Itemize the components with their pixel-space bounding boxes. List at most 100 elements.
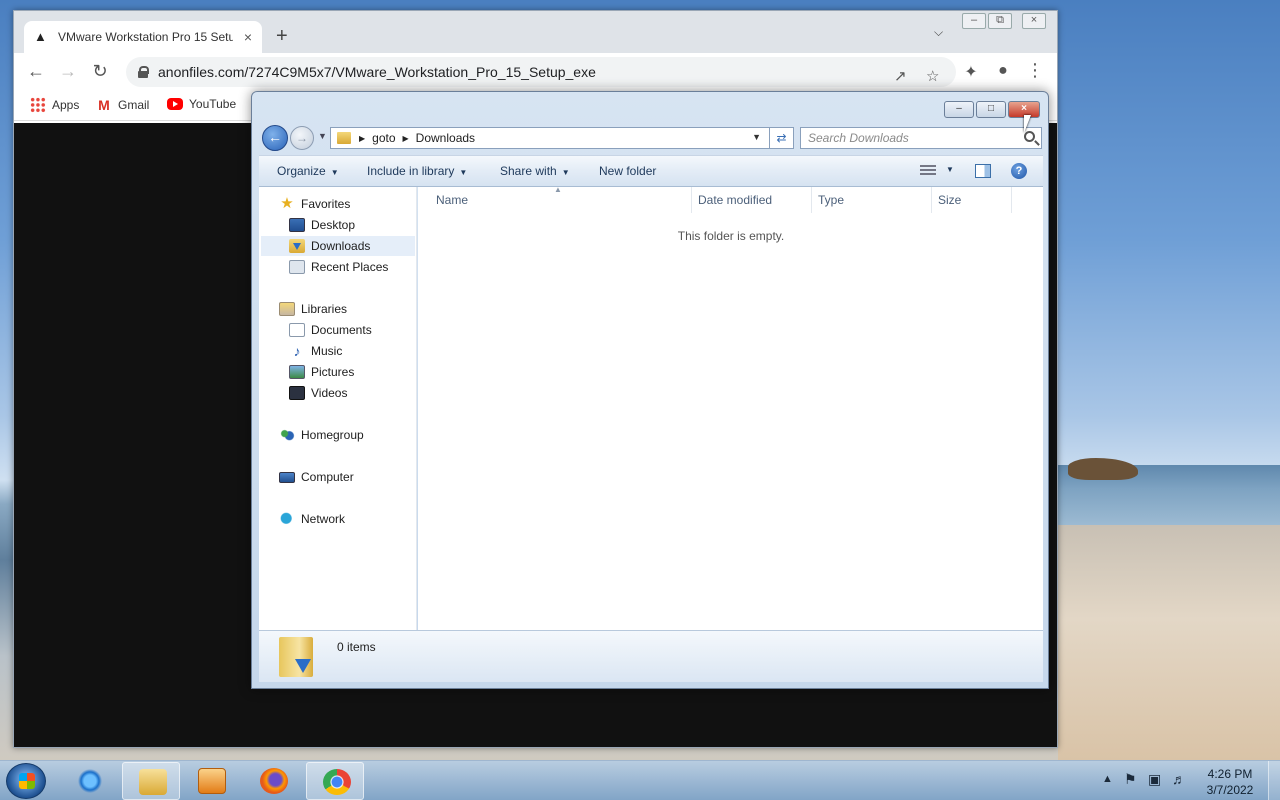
share-with-button[interactable]: Share with ▼ [500, 164, 570, 178]
nav-item-music[interactable]: ♪ Music [289, 344, 343, 358]
share-icon[interactable]: ↗ [894, 67, 907, 85]
search-input[interactable]: Search Downloads [800, 127, 1042, 149]
taskbar-windows-explorer[interactable] [122, 762, 180, 800]
nav-label: Desktop [311, 218, 356, 232]
organize-button[interactable]: Organize ▼ [277, 164, 339, 178]
bookmark-label: Gmail [118, 98, 150, 112]
recent-pages-chevron-icon[interactable]: ▼ [318, 131, 327, 141]
browser-tab[interactable]: ▲ VMware Workstation Pro 15 Setup × [24, 21, 262, 53]
file-list: ▲ Name Date modified Type Size This fold… [418, 185, 1043, 630]
downloads-folder-icon [279, 637, 313, 677]
browser-minimize-button[interactable]: – [962, 13, 986, 29]
start-button[interactable] [6, 763, 46, 799]
column-label: Date modified [698, 193, 773, 207]
tab-strip: ▲ VMware Workstation Pro 15 Setup × + ⌵ … [14, 11, 1057, 53]
profile-avatar-icon[interactable]: ● [991, 62, 1015, 80]
include-in-library-label: Include in library [367, 164, 455, 178]
chevron-down-icon: ▼ [459, 168, 468, 177]
lock-icon[interactable] [138, 66, 149, 78]
refresh-icon[interactable]: ⇄ [770, 127, 794, 149]
network-status-icon[interactable]: ▣ [1148, 771, 1161, 788]
browser-close-button[interactable]: × [1022, 13, 1046, 29]
nav-item-libraries[interactable]: Libraries [279, 302, 347, 316]
taskbar-media-player[interactable] [182, 762, 240, 800]
column-header-type[interactable]: Type [812, 187, 932, 213]
url-text[interactable]: anonfiles.com/7274C9M5x7/VMware_Workstat… [158, 64, 596, 80]
desktop-wallpaper-beach [1058, 525, 1280, 760]
desktop-icon [289, 218, 305, 232]
explorer-maximize-button[interactable]: □ [976, 101, 1006, 118]
bookmark-youtube[interactable]: YouTube [167, 97, 236, 111]
include-in-library-button[interactable]: Include in library ▼ [367, 164, 467, 178]
column-header-size[interactable]: Size [932, 187, 1012, 213]
show-desktop-button[interactable] [1268, 761, 1280, 800]
nav-label: Videos [311, 386, 348, 400]
address-history-chevron-icon[interactable]: ▼ [752, 132, 761, 142]
recent-places-icon [289, 260, 305, 274]
new-folder-button[interactable]: New folder [599, 164, 656, 178]
extensions-puzzle-icon[interactable]: ✦ [959, 62, 983, 82]
nav-item-recent-places[interactable]: Recent Places [289, 260, 388, 274]
nav-item-desktop[interactable]: Desktop [289, 218, 355, 232]
system-clock[interactable]: 4:26 PM 3/7/2022 [1196, 766, 1264, 798]
view-options-chevron-icon[interactable]: ▼ [946, 165, 954, 174]
column-label: Size [938, 193, 962, 207]
organize-label: Organize [277, 164, 326, 178]
action-center-flag-icon[interactable]: ⚑ [1124, 771, 1137, 788]
search-placeholder: Search Downloads [808, 131, 909, 145]
taskbar-firefox[interactable] [244, 762, 302, 800]
apps-grid-icon [30, 97, 46, 113]
nav-item-downloads[interactable]: Downloads [261, 236, 415, 256]
bookmark-gmail[interactable]: M Gmail [96, 97, 149, 113]
breadcrumb-item-downloads[interactable]: Downloads [416, 131, 475, 145]
taskbar-internet-explorer[interactable] [60, 762, 118, 800]
nav-item-documents[interactable]: Documents [289, 323, 372, 337]
nav-item-pictures[interactable]: Pictures [289, 365, 354, 379]
media-player-icon [198, 768, 226, 794]
explorer-minimize-button[interactable]: – [944, 101, 974, 118]
nav-item-computer[interactable]: Computer [279, 470, 354, 484]
preview-pane-icon[interactable] [975, 164, 991, 178]
back-arrow-icon[interactable]: ← [24, 61, 48, 82]
nav-item-network[interactable]: Network [279, 512, 345, 526]
chevron-down-icon: ▼ [330, 168, 339, 177]
column-header-date-modified[interactable]: Date modified [692, 187, 812, 213]
folder-download-icon [337, 132, 351, 144]
breadcrumb-item-goto[interactable]: goto [372, 131, 395, 145]
menu-kebab-icon[interactable]: ⋮ [1023, 60, 1047, 81]
volume-icon[interactable]: ♬ [1172, 771, 1186, 787]
nav-label: Homegroup [301, 428, 364, 442]
change-view-icon[interactable] [920, 165, 936, 177]
browser-restore-button[interactable]: ⧉ [988, 13, 1012, 29]
nav-label: Favorites [301, 197, 351, 211]
reload-icon[interactable]: ↻ [88, 61, 112, 82]
breadcrumb-arrow-icon[interactable]: ▶ [403, 134, 409, 143]
tab-title: VMware Workstation Pro 15 Setup [58, 30, 233, 44]
clock-time: 4:26 PM [1207, 767, 1253, 781]
nav-item-homegroup[interactable]: Homegroup [279, 428, 364, 442]
breadcrumb-arrow-icon[interactable]: ▶ [359, 134, 365, 143]
nav-label: Network [301, 512, 346, 526]
nav-item-favorites[interactable]: ★ Favorites [279, 196, 351, 211]
address-bar[interactable]: anonfiles.com/7274C9M5x7/VMware_Workstat… [126, 57, 956, 87]
taskbar-chrome[interactable] [306, 762, 364, 800]
column-label: Type [818, 193, 845, 207]
forward-arrow-icon[interactable]: → [290, 126, 314, 150]
sort-caret-icon: ▲ [554, 185, 562, 194]
back-arrow-icon[interactable]: ← [262, 125, 288, 151]
forward-arrow-icon[interactable]: → [56, 61, 80, 82]
help-icon[interactable]: ? [1011, 163, 1027, 179]
column-header-name[interactable]: ▲ Name [418, 185, 692, 213]
bookmark-apps[interactable]: Apps [30, 97, 79, 113]
breadcrumb[interactable]: ▶ goto ▶ Downloads ▼ [330, 127, 770, 149]
bookmark-label: YouTube [189, 97, 237, 111]
new-tab-button[interactable]: + [276, 25, 288, 48]
bookmark-star-icon[interactable]: ☆ [926, 67, 939, 85]
tray-expand-chevron-icon[interactable]: ▲ [1102, 773, 1113, 785]
tab-close-icon[interactable]: × [244, 29, 252, 45]
nav-item-videos[interactable]: Videos [289, 386, 347, 400]
downloads-folder-icon [289, 239, 305, 253]
nav-label: Recent Places [311, 260, 389, 274]
tab-search-chevron-icon[interactable]: ⌵ [934, 25, 943, 40]
chrome-icon [323, 769, 351, 795]
